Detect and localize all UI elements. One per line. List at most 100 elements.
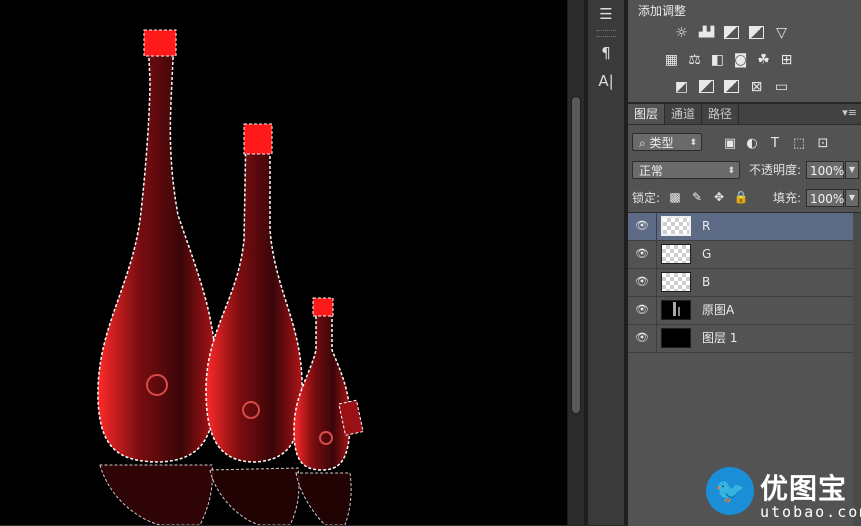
adjustments-title: 添加调整: [638, 4, 687, 18]
visibility-toggle[interactable]: 👁: [628, 269, 657, 296]
filter-kind-select[interactable]: ⌕ 类型 ⬍: [632, 133, 702, 151]
layer-name: G: [702, 247, 712, 261]
character-glyph: A|: [598, 72, 614, 90]
visibility-toggle[interactable]: 👁: [628, 297, 657, 324]
adjustments-row-3: ◩ ⊠ ▭: [673, 78, 790, 95]
layers-panel-tabs: 图层 通道 路径 ▾≡: [628, 104, 861, 125]
layer-row-original-a[interactable]: 👁 原图A: [628, 297, 861, 325]
layer-row-layer-1[interactable]: 👁 图层 1: [628, 325, 861, 353]
lock-brush-icon[interactable]: ✎: [690, 190, 704, 204]
layer-thumbnail: [661, 300, 691, 320]
watermark-url: utobao.com: [760, 503, 861, 521]
layer-name: R: [702, 219, 711, 233]
visibility-toggle[interactable]: 👁: [628, 325, 657, 352]
exposure-icon[interactable]: [748, 24, 765, 41]
eye-icon: 👁: [635, 303, 649, 316]
updown-arrow-icon: ⬍: [727, 166, 735, 176]
visibility-toggle[interactable]: 👁: [628, 241, 657, 268]
type-filter-icon[interactable]: T: [768, 136, 782, 151]
layer-thumbnail: [661, 272, 691, 292]
posterize-icon[interactable]: [698, 78, 715, 95]
layer-name: 图层 1: [702, 331, 738, 345]
lock-label: 锁定:: [632, 191, 661, 205]
layer-row-b[interactable]: 👁 B: [628, 269, 861, 297]
adjustments-row-2: ▦ ⚖ ◧ ◙ ☘ ⊞: [663, 51, 795, 68]
adjustment-filter-icon[interactable]: ◐: [745, 136, 759, 151]
paragraph-icon[interactable]: ¶: [588, 39, 624, 67]
fill-input[interactable]: 100%: [806, 189, 844, 207]
adjust-glyph: ☰: [599, 5, 613, 23]
blend-row: 正常 ⬍ 不透明度: 100% ▼: [628, 157, 861, 183]
eye-icon: 👁: [635, 219, 649, 232]
layer-thumbnail: [661, 328, 691, 348]
invert-icon[interactable]: ◩: [673, 78, 690, 95]
bottle-thumbnail-icon: [673, 302, 680, 316]
scrollbar-thumb[interactable]: [571, 96, 581, 414]
gradient-triangle-icon[interactable]: ▽: [773, 24, 790, 41]
dock-grip[interactable]: [596, 30, 616, 37]
threshold-icon[interactable]: [723, 78, 740, 95]
layer-thumbnail: [661, 216, 691, 236]
layer-name: 原图A: [702, 303, 735, 317]
layer-filter-row: ⌕ 类型 ⬍ ▣ ◐ T ⬚ ⊡: [628, 131, 861, 157]
opacity-input[interactable]: 100%: [806, 161, 844, 179]
medium-bottle: [205, 129, 303, 463]
opacity-dropdown-icon[interactable]: ▼: [845, 161, 859, 179]
lock-all-icon[interactable]: 🔒: [734, 190, 749, 204]
panel-dock-strip: ☰ ¶ A|: [588, 0, 625, 525]
vibrance-icon[interactable]: ▦: [663, 51, 680, 68]
opacity-label: 不透明度:: [749, 163, 802, 177]
small-bottle: [293, 309, 351, 471]
watermark-name: 优图宝: [760, 472, 848, 505]
reflection: [99, 464, 213, 525]
eye-icon: 👁: [635, 331, 649, 344]
pixel-filter-icon[interactable]: ▣: [723, 136, 737, 151]
blend-mode-select[interactable]: 正常 ⬍: [632, 161, 740, 179]
fill-label: 填充:: [773, 191, 802, 205]
small-bottle-cap: [312, 297, 334, 317]
panel-menu-icon[interactable]: ▾≡: [842, 106, 857, 119]
eye-icon: 👁: [635, 247, 649, 260]
visibility-toggle[interactable]: 👁: [628, 213, 657, 240]
updown-arrow-icon: ⬍: [689, 138, 697, 148]
layer-row-g[interactable]: 👁 G: [628, 241, 861, 269]
gradient-map-icon[interactable]: ▭: [773, 78, 790, 95]
fill-dropdown-icon[interactable]: ▼: [845, 189, 859, 207]
color-lookup-icon[interactable]: ⊞: [778, 51, 795, 68]
lock-transparent-icon[interactable]: ▩: [668, 190, 682, 204]
layer-row-r[interactable]: 👁 R: [628, 213, 861, 241]
tab-layers[interactable]: 图层: [628, 104, 666, 124]
adjustments-panel: 添加调整 ☼ ▟▟ ▽ ▦ ⚖ ◧ ◙ ☘ ⊞ ◩ ⊠ ▭: [628, 0, 861, 104]
smart-object-filter-icon[interactable]: ⊡: [816, 136, 830, 151]
black-white-icon[interactable]: ◧: [709, 51, 726, 68]
right-panel: 添加调整 ☼ ▟▟ ▽ ▦ ⚖ ◧ ◙ ☘ ⊞ ◩ ⊠ ▭ 图层 通道 路径 ▾…: [628, 0, 861, 526]
brightness-icon[interactable]: ☼: [673, 24, 690, 41]
filter-kind-label: 类型: [649, 136, 674, 150]
channel-mixer-icon[interactable]: ☘: [755, 51, 772, 68]
bottle-artwork: [97, 29, 364, 525]
adjustments-row-1: ☼ ▟▟ ▽: [673, 24, 790, 41]
canvas-vertical-scrollbar[interactable]: [567, 0, 585, 525]
levels-icon[interactable]: ▟▟: [698, 24, 715, 41]
color-balance-icon[interactable]: ⚖: [686, 51, 703, 68]
shape-filter-icon[interactable]: ⬚: [792, 136, 806, 151]
layer-name: B: [702, 275, 711, 289]
medium-bottle-cap: [243, 123, 273, 155]
tab-channels[interactable]: 通道: [665, 104, 703, 124]
search-icon: ⌕: [639, 136, 650, 150]
lock-row: 锁定: ▩ ✎ ✥ 🔒 填充: 100% ▼: [628, 187, 861, 213]
curves-icon[interactable]: [723, 24, 740, 41]
tab-paths[interactable]: 路径: [702, 104, 740, 124]
selective-color-icon[interactable]: ⊠: [748, 78, 765, 95]
adjust-icon[interactable]: ☰: [588, 0, 624, 28]
eye-icon: 👁: [635, 275, 649, 288]
lock-move-icon[interactable]: ✥: [712, 190, 726, 204]
character-icon[interactable]: A|: [588, 67, 624, 95]
layer-thumbnail: [661, 244, 691, 264]
large-bottle-cap: [143, 29, 177, 57]
large-bottle: [97, 37, 217, 463]
paragraph-glyph: ¶: [601, 44, 611, 62]
bird-logo-icon: 🐦: [706, 467, 754, 515]
photo-filter-icon[interactable]: ◙: [732, 51, 749, 68]
document-canvas[interactable]: [0, 0, 567, 525]
